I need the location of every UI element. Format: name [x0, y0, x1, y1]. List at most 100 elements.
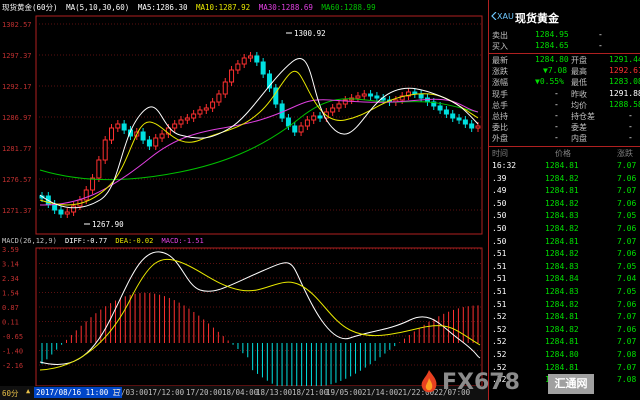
tick-price: 1284.83	[545, 261, 579, 271]
sell-value: 1284.95	[535, 30, 569, 39]
tick-row[interactable]: .52 1284.82 7.06	[489, 325, 640, 337]
tick-price: 1284.83	[545, 287, 579, 296]
candle-body	[222, 81, 228, 95]
avg-label: 均价	[571, 101, 587, 110]
tick-row[interactable]: .39 1284.82 7.06	[489, 174, 640, 186]
tick-time: .39	[492, 173, 507, 183]
outer-label: 外盘	[492, 134, 508, 143]
tick-time: .50	[492, 236, 507, 246]
tick-time: 16:32	[492, 161, 517, 170]
total-row: 总手 - 均价 1288.58	[489, 100, 640, 111]
tick-row[interactable]: .52 1284.81 7.07	[489, 312, 640, 324]
chart-title[interactable]: 现货黄金(60分)	[2, 3, 58, 12]
tick-row[interactable]: .51 1284.82 7.06	[489, 300, 640, 312]
tick-row[interactable]: .50 1284.83 7.05	[489, 211, 640, 223]
candle-body	[248, 55, 254, 59]
candle-body	[450, 113, 456, 119]
macd-diff-value: DIFF:-0.77	[65, 237, 108, 245]
inner-label: 内盘	[571, 134, 587, 143]
ma30-value: MA30:1288.69	[258, 3, 313, 12]
pct-label: 涨幅	[492, 78, 508, 87]
price-frame	[35, 15, 483, 235]
macd-grid	[36, 248, 482, 366]
ma-indicator-label[interactable]: MA(5,10,30,60)	[66, 3, 129, 12]
candle-body	[336, 103, 342, 109]
period-dropdown-icon[interactable]: ▲	[26, 387, 30, 395]
macd-dea-value: DEA:-0.02	[115, 237, 154, 245]
tick-row[interactable]: .51 1284.83 7.05	[489, 287, 640, 299]
candle-body	[292, 125, 298, 133]
latest-label: 最新	[492, 56, 508, 65]
candle-body	[285, 117, 291, 127]
symbol-name: 现货黄金	[515, 12, 559, 25]
ma10-value: MA10:1287.92	[196, 3, 251, 12]
tick-row[interactable]: .51 1284.82 7.06	[489, 249, 640, 261]
tick-price: 1284.82	[545, 249, 579, 259]
outer-value: -	[555, 133, 558, 142]
price-y-label: 1302.57	[2, 21, 32, 29]
macd-indicator-label[interactable]: MACD(26,12,9)	[2, 237, 57, 245]
macd-y-axis: 3.593.142.341.540.870.11-0.65-1.40-2.16	[2, 246, 23, 370]
macd-y-label: 0.87	[2, 304, 19, 312]
tick-row[interactable]: 16:32 1284.81 7.07	[489, 161, 640, 173]
tick-row[interactable]: .50 1284.81 7.07	[489, 237, 640, 249]
ma60-value: MA60:1288.99	[321, 3, 376, 12]
price-indicator-header: 现货黄金(60分) MA(5,10,30,60) MA5:1286.30 MA1…	[2, 2, 380, 15]
price-y-label: 1271.37	[2, 207, 32, 215]
candle-body	[424, 97, 430, 103]
tick-row[interactable]: .51 1284.83 7.05	[489, 262, 640, 274]
diff-label: 委差	[571, 123, 587, 132]
high-label: 最高	[571, 67, 587, 76]
sell-row: 卖出 1284.95 -	[489, 30, 640, 41]
tick-row[interactable]: .50 1284.82 7.06	[489, 199, 640, 211]
time-tick: 17/12:00	[148, 388, 185, 397]
tick-row[interactable]: .52 1284.81 7.07	[489, 337, 640, 349]
tick-change: 7.06	[617, 249, 637, 259]
open-value: 1291.44	[609, 55, 640, 64]
tick-time: .52	[492, 324, 507, 334]
candle-body	[241, 57, 247, 65]
tick-price: 1284.80	[545, 350, 579, 359]
tick-price: 1284.81	[545, 312, 579, 322]
tick-change: 7.06	[617, 324, 637, 334]
pct-value: ▼0.55%	[535, 77, 564, 86]
candle-body	[172, 123, 178, 129]
ma5-value: MA5:1286.30	[137, 3, 188, 12]
tick-row[interactable]: .52 1284.80 7.08	[489, 350, 640, 362]
candle-body	[115, 123, 121, 129]
tick-row[interactable]: .49 1284.81 7.07	[489, 186, 640, 198]
macd-y-label: 0.11	[2, 319, 19, 327]
macd-y-label: -0.65	[2, 333, 23, 341]
tick-row[interactable]: .51 1284.84 7.04	[489, 274, 640, 286]
ticks-header-price: 价格	[555, 149, 571, 158]
candle-body	[184, 117, 190, 121]
candle-body	[437, 105, 443, 111]
candle-body	[203, 107, 209, 111]
chart-area[interactable]: 1302.57 1297.37 1292.17 1286.97 1281.77 1276.…	[0, 0, 488, 400]
total-value: -	[555, 100, 558, 109]
time-axis-bar: 60分 ▲ 2017/08/16 11:00 三 17/03:00 17/12:…	[0, 386, 488, 400]
ratio-label: 委比	[492, 123, 508, 132]
tick-price: 1284.81	[545, 337, 579, 347]
tick-change: 7.06	[617, 173, 637, 183]
macd-y-label: -2.16	[2, 362, 23, 370]
ticks-table-header: 时间 价格 涨跌	[489, 148, 640, 159]
period-selector[interactable]: 60分	[2, 388, 19, 399]
tick-change: 7.08	[617, 375, 637, 385]
candle-body	[102, 139, 108, 161]
tick-row[interactable]: .50 1284.82 7.06	[489, 224, 640, 236]
candle-body	[254, 55, 260, 63]
tick-price: 1284.81	[545, 236, 579, 246]
chart-canvas[interactable]: 1302.57 1297.37 1292.17 1286.97 1281.77 1276.…	[0, 0, 488, 400]
tick-time: .52	[492, 312, 507, 322]
candle-body	[443, 109, 449, 115]
pct-row: 涨幅 ▼0.55% 最低 1283.08	[489, 77, 640, 88]
tick-price: 1284.82	[545, 299, 579, 309]
outer-inner-row: 外盘 - 内盘 -	[489, 133, 640, 144]
candle-body	[178, 119, 184, 125]
candle-body	[216, 93, 222, 103]
fx678-logo-icon	[421, 370, 437, 393]
candle-body	[361, 93, 367, 97]
high-annotation: 1300.92	[294, 29, 326, 38]
candle-body	[418, 93, 424, 99]
